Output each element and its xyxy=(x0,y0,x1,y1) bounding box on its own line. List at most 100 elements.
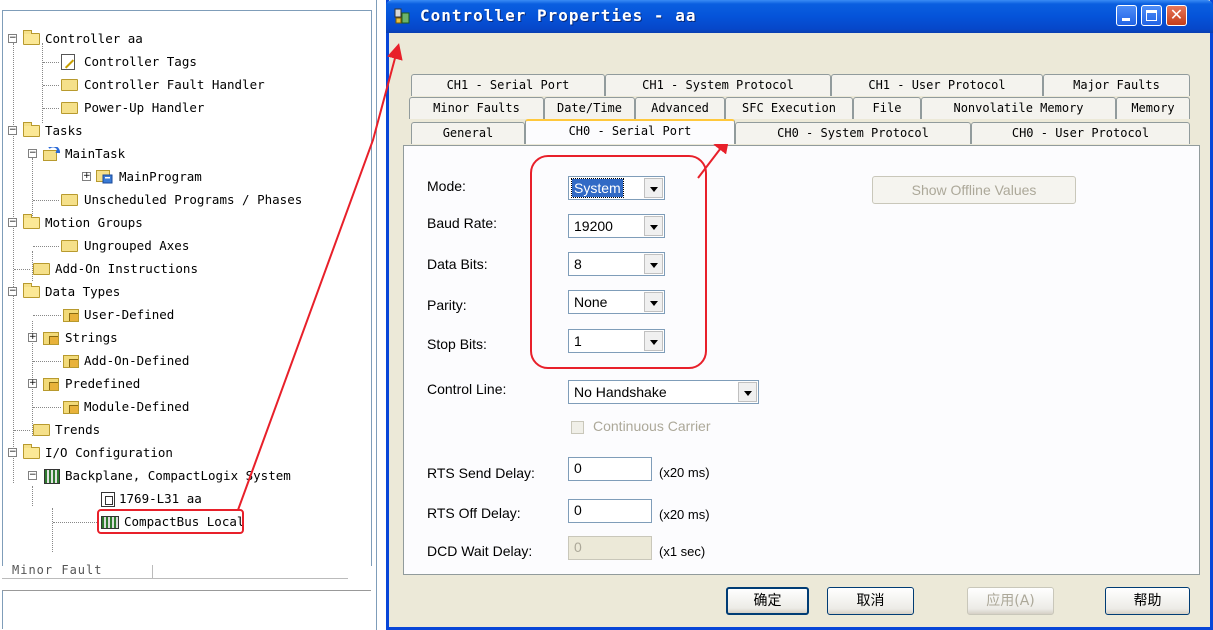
title-bar[interactable]: Controller Properties - aa ✕ xyxy=(386,0,1213,33)
collapse-icon[interactable]: − xyxy=(8,34,17,43)
continuous-carrier-checkbox[interactable] xyxy=(571,421,584,434)
tree-item-ungrouped-axes[interactable]: Ungrouped Axes xyxy=(3,235,363,257)
controller-app-icon xyxy=(394,8,410,24)
tree-item-addon-instructions[interactable]: Add-On Instructions xyxy=(3,258,363,280)
parity-select[interactable]: None xyxy=(568,290,665,314)
apply-button[interactable]: 应用(A) xyxy=(967,587,1054,615)
tree-item-label: Strings xyxy=(65,330,118,345)
mode-value: System xyxy=(571,178,624,198)
stop-bits-select[interactable]: 1 xyxy=(568,329,665,353)
collapse-icon[interactable]: − xyxy=(8,287,17,296)
tree-item-controller[interactable]: − Controller aa xyxy=(3,28,363,50)
tab-ch1-serial-port[interactable]: CH1 - Serial Port xyxy=(411,74,605,96)
tree-item-label: Add-On-Defined xyxy=(84,353,190,368)
tree-item-controller-module[interactable]: 1769-L31 aa xyxy=(3,488,363,510)
tab-nonvolatile-memory[interactable]: Nonvolatile Memory xyxy=(921,97,1116,119)
tree-item-label: Module-Defined xyxy=(84,399,190,414)
folder-open-icon xyxy=(23,444,40,459)
close-button[interactable]: ✕ xyxy=(1166,5,1187,26)
tab-memory[interactable]: Memory xyxy=(1116,97,1190,119)
tree-item-module-defined[interactable]: Module-Defined xyxy=(3,396,363,418)
mode-select[interactable]: System xyxy=(568,176,665,200)
control-line-select[interactable]: No Handshake xyxy=(568,380,759,404)
baud-rate-select[interactable]: 19200 xyxy=(568,214,665,238)
tree-item-powerup-handler[interactable]: Power-Up Handler xyxy=(3,97,363,119)
collapse-icon[interactable]: − xyxy=(28,149,37,158)
folder-open-icon xyxy=(23,283,40,298)
tree-item-data-types[interactable]: − Data Types xyxy=(3,281,363,303)
datatype-folder-icon xyxy=(63,401,79,414)
ok-button[interactable]: 确定 xyxy=(726,587,809,615)
dcd-wait-delay-input[interactable]: 0 xyxy=(568,536,652,560)
bus-icon xyxy=(101,516,119,529)
tree-item-mainprogram[interactable]: + MainProgram xyxy=(3,166,363,188)
tree-item-fault-handler[interactable]: Controller Fault Handler xyxy=(3,74,363,96)
tree-item-label: Controller Fault Handler xyxy=(84,77,265,92)
tab-file[interactable]: File xyxy=(853,97,921,119)
parity-value: None xyxy=(574,294,608,310)
show-offline-values-button[interactable]: Show Offline Values xyxy=(872,176,1076,204)
chevron-down-icon[interactable] xyxy=(644,292,663,312)
tree-item-io-configuration[interactable]: − I/O Configuration xyxy=(3,442,363,464)
tree-item-maintask[interactable]: − MainTask xyxy=(3,143,363,165)
datatype-folder-icon xyxy=(43,332,59,345)
tab-date-time[interactable]: Date/Time xyxy=(544,97,635,119)
tab-major-faults[interactable]: Major Faults xyxy=(1043,74,1190,96)
dcd-wait-delay-label: DCD Wait Delay: xyxy=(427,543,533,559)
tab-minor-faults[interactable]: Minor Faults xyxy=(409,97,544,119)
tree-item-unscheduled[interactable]: Unscheduled Programs / Phases xyxy=(3,189,369,211)
controller-organizer-tree: − Controller aa Controller Tags Controll… xyxy=(0,0,377,630)
control-line-label: Control Line: xyxy=(427,381,507,397)
chevron-down-icon[interactable] xyxy=(644,178,663,198)
rts-off-delay-input[interactable]: 0 xyxy=(568,499,652,523)
tree-item-trends[interactable]: Trends xyxy=(3,419,363,441)
datatype-folder-icon xyxy=(63,355,79,368)
collapse-icon[interactable]: − xyxy=(8,218,17,227)
tree-item-label: Predefined xyxy=(65,376,141,391)
collapse-icon[interactable]: − xyxy=(8,126,17,135)
help-button[interactable]: 帮助 xyxy=(1105,587,1190,615)
tree-item-predefined[interactable]: + Predefined xyxy=(3,373,363,395)
tree-item-label: Ungrouped Axes xyxy=(84,238,190,253)
tab-advanced[interactable]: Advanced xyxy=(635,97,725,119)
status-text: Minor Fault xyxy=(12,563,103,577)
collapse-icon[interactable]: − xyxy=(28,471,37,480)
expand-icon[interactable]: + xyxy=(28,379,37,388)
tree-item-label: I/O Configuration xyxy=(45,445,173,460)
tree-item-label: Controller aa xyxy=(45,31,143,46)
expand-icon[interactable]: + xyxy=(28,333,37,342)
chevron-down-icon[interactable] xyxy=(644,331,663,351)
mode-label: Mode: xyxy=(427,178,466,194)
data-bits-select[interactable]: 8 xyxy=(568,252,665,276)
chevron-down-icon[interactable] xyxy=(738,382,757,402)
rts-send-delay-label: RTS Send Delay: xyxy=(427,465,535,481)
folder-open-icon xyxy=(23,122,40,137)
tree-item-label: Add-On Instructions xyxy=(55,261,198,276)
tree-item-motion-groups[interactable]: − Motion Groups xyxy=(3,212,363,234)
collapse-icon[interactable]: − xyxy=(8,448,17,457)
expand-icon[interactable]: + xyxy=(82,172,91,181)
tab-general[interactable]: General xyxy=(411,122,525,144)
tab-sfc-execution[interactable]: SFC Execution xyxy=(725,97,853,119)
tree-item-strings[interactable]: + Strings xyxy=(3,327,363,349)
program-icon xyxy=(96,170,113,184)
tab-ch1-user-protocol[interactable]: CH1 - User Protocol xyxy=(831,74,1043,96)
tab-ch0-user-protocol[interactable]: CH0 - User Protocol xyxy=(971,122,1190,144)
tree-item-addon-defined[interactable]: Add-On-Defined xyxy=(3,350,363,372)
chevron-down-icon[interactable] xyxy=(644,216,663,236)
tree-item-backplane[interactable]: − Backplane, CompactLogix System xyxy=(3,465,371,487)
tree-item-compactbus[interactable]: CompactBus Local xyxy=(3,511,363,533)
tree-item-tasks[interactable]: − Tasks xyxy=(3,120,363,142)
tab-ch0-system-protocol[interactable]: CH0 - System Protocol xyxy=(735,122,971,144)
tab-ch0-serial-port[interactable]: CH0 - Serial Port xyxy=(525,119,735,144)
tree-item-controller-tags[interactable]: Controller Tags xyxy=(3,51,363,73)
chevron-down-icon[interactable] xyxy=(644,254,663,274)
cancel-button[interactable]: 取消 xyxy=(827,587,914,615)
tree-item-label: CompactBus Local xyxy=(124,514,245,529)
maximize-button[interactable] xyxy=(1141,5,1162,26)
tab-ch1-system-protocol[interactable]: CH1 - System Protocol xyxy=(605,74,831,96)
rts-send-delay-input[interactable]: 0 xyxy=(568,457,652,481)
minimize-button[interactable] xyxy=(1116,5,1137,26)
rack-icon xyxy=(44,469,60,484)
tree-item-user-defined[interactable]: User-Defined xyxy=(3,304,363,326)
